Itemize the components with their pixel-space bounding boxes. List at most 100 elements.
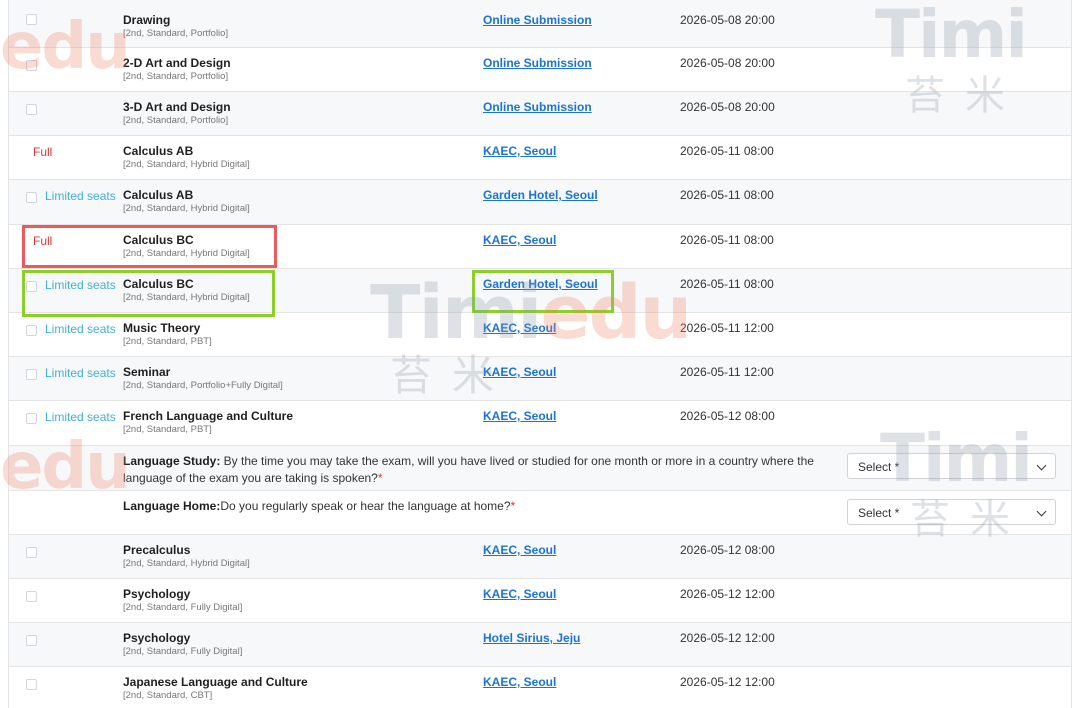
table-row: 2-D Art and Design [2nd, Standard, Portf… [9, 48, 1071, 92]
location-link[interactable]: KAEC, Seoul [483, 144, 556, 158]
row-checkbox[interactable] [26, 635, 37, 646]
table-row: 3-D Art and Design [2nd, Standard, Portf… [9, 92, 1071, 136]
exam-date: 2026-05-08 20:00 [680, 100, 775, 114]
exam-date: 2026-05-08 20:00 [680, 56, 775, 70]
exam-date: 2026-05-11 08:00 [680, 144, 774, 158]
course-meta: [2nd, Standard, PBT] [123, 424, 212, 435]
course-cell: Calculus AB [2nd, Standard, Hybrid Digit… [123, 188, 250, 215]
row-checkbox[interactable] [26, 369, 37, 380]
course-cell: Calculus BC [2nd, Standard, Hybrid Digit… [123, 277, 250, 304]
course-title: 2-D Art and Design [123, 56, 231, 70]
location-link[interactable]: KAEC, Seoul [483, 409, 556, 423]
required-mark: * [377, 471, 383, 485]
course-meta: [2nd, Standard, Hybrid Digital] [123, 159, 250, 170]
course-cell: Precalculus [2nd, Standard, Hybrid Digit… [123, 543, 250, 570]
course-title: Calculus BC [123, 277, 194, 291]
course-meta: [2nd, Standard, PBT] [123, 336, 212, 347]
language-study-question-row: Language Study: By the time you may take… [9, 446, 1071, 491]
table-row: Drawing [2nd, Standard, Portfolio] Onlin… [9, 0, 1071, 48]
course-title: Precalculus [123, 543, 191, 557]
exam-date: 2026-05-11 12:00 [680, 365, 774, 379]
location-link[interactable]: KAEC, Seoul [483, 321, 556, 335]
course-meta: [2nd, Standard, Portfolio+Fully Digital] [123, 380, 283, 391]
table-row: Japanese Language and Culture [2nd, Stan… [9, 667, 1071, 708]
question-text: By the time you may take the exam, will … [123, 454, 814, 485]
location-link[interactable]: Online Submission [483, 100, 592, 114]
table-row: Psychology [2nd, Standard, Fully Digital… [9, 623, 1071, 667]
table-row: Limited seats French Language and Cultur… [9, 401, 1071, 446]
status-full: Full [33, 145, 53, 159]
course-meta: [2nd, Standard, CBT] [123, 690, 213, 701]
location-link[interactable]: Garden Hotel, Seoul [483, 277, 598, 291]
row-checkbox[interactable] [26, 325, 37, 336]
course-cell: Seminar [2nd, Standard, Portfolio+Fully … [123, 365, 283, 392]
exam-date: 2026-05-08 20:00 [680, 13, 775, 27]
table-row: Limited seats Music Theory [2nd, Standar… [9, 313, 1071, 357]
row-checkbox[interactable] [26, 591, 37, 602]
status-limited-seats: Limited seats [45, 366, 116, 380]
select-value: Select * [858, 506, 900, 520]
location-link[interactable]: Online Submission [483, 56, 592, 70]
exam-date: 2026-05-11 12:00 [680, 321, 774, 335]
language-study-select[interactable]: Select * [847, 453, 1056, 479]
course-meta: [2nd, Standard, Hybrid Digital] [123, 248, 250, 259]
row-checkbox[interactable] [26, 14, 37, 25]
location-link[interactable]: KAEC, Seoul [483, 543, 556, 557]
row-checkbox[interactable] [26, 60, 37, 71]
row-checkbox[interactable] [26, 679, 37, 690]
course-cell: Psychology [2nd, Standard, Fully Digital… [123, 587, 242, 614]
location-link[interactable]: KAEC, Seoul [483, 675, 556, 689]
chevron-down-icon [1036, 506, 1047, 517]
course-meta: [2nd, Standard, Fully Digital] [123, 602, 243, 613]
course-title: Psychology [123, 587, 191, 601]
course-cell: Calculus AB [2nd, Standard, Hybrid Digit… [123, 144, 250, 171]
exam-date: 2026-05-12 08:00 [680, 543, 775, 557]
course-title: Psychology [123, 631, 191, 645]
language-study-question: Language Study: By the time you may take… [123, 453, 823, 487]
course-meta: [2nd, Standard, Fully Digital] [123, 646, 243, 657]
status-full: Full [33, 234, 53, 248]
question-label: Language Study: [123, 454, 221, 468]
exam-date: 2026-05-11 08:00 [680, 233, 774, 247]
language-home-select[interactable]: Select * [847, 499, 1056, 525]
chevron-down-icon [1036, 460, 1047, 471]
row-checkbox[interactable] [26, 413, 37, 424]
course-meta: [2nd, Standard, Hybrid Digital] [123, 292, 250, 303]
table-row: Full Calculus AB [2nd, Standard, Hybrid … [9, 136, 1071, 180]
language-home-question-row: Language Home:Do you regularly speak or … [9, 491, 1071, 535]
table-row: Limited seats Calculus BC [2nd, Standard… [9, 269, 1071, 313]
course-title: French Language and Culture [123, 409, 294, 423]
course-cell: Calculus BC [2nd, Standard, Hybrid Digit… [123, 233, 250, 260]
required-mark: * [510, 499, 516, 513]
course-title: Music Theory [123, 321, 201, 335]
course-meta: [2nd, Standard, Hybrid Digital] [123, 203, 250, 214]
course-cell: Drawing [2nd, Standard, Portfolio] [123, 13, 228, 40]
location-link[interactable]: KAEC, Seoul [483, 365, 556, 379]
location-link[interactable]: Online Submission [483, 13, 592, 27]
location-link[interactable]: Hotel Sirius, Jeju [483, 631, 580, 645]
table-row: Precalculus [2nd, Standard, Hybrid Digit… [9, 535, 1071, 579]
row-checkbox[interactable] [26, 192, 37, 203]
table-row: Psychology [2nd, Standard, Fully Digital… [9, 579, 1071, 623]
exam-date: 2026-05-11 08:00 [680, 188, 774, 202]
course-cell: French Language and Culture [2nd, Standa… [123, 409, 293, 436]
row-checkbox[interactable] [26, 547, 37, 558]
language-home-question: Language Home:Do you regularly speak or … [123, 498, 823, 515]
location-link[interactable]: Garden Hotel, Seoul [483, 188, 598, 202]
status-limited-seats: Limited seats [45, 322, 116, 336]
location-link[interactable]: KAEC, Seoul [483, 233, 556, 247]
table-row: Limited seats Calculus AB [2nd, Standard… [9, 180, 1071, 225]
course-cell: Music Theory [2nd, Standard, PBT] [123, 321, 212, 348]
course-title: 3-D Art and Design [123, 100, 231, 114]
course-cell: Psychology [2nd, Standard, Fully Digital… [123, 631, 242, 658]
location-link[interactable]: KAEC, Seoul [483, 587, 556, 601]
row-checkbox[interactable] [26, 281, 37, 292]
course-meta: [2nd, Standard, Hybrid Digital] [123, 558, 250, 569]
status-limited-seats: Limited seats [45, 278, 116, 292]
course-title: Calculus AB [123, 144, 194, 158]
exam-date: 2026-05-11 08:00 [680, 277, 774, 291]
select-value: Select * [858, 460, 900, 474]
table-row: Full Calculus BC [2nd, Standard, Hybrid … [9, 225, 1071, 269]
row-checkbox[interactable] [26, 104, 37, 115]
exam-date: 2026-05-12 08:00 [680, 409, 775, 423]
